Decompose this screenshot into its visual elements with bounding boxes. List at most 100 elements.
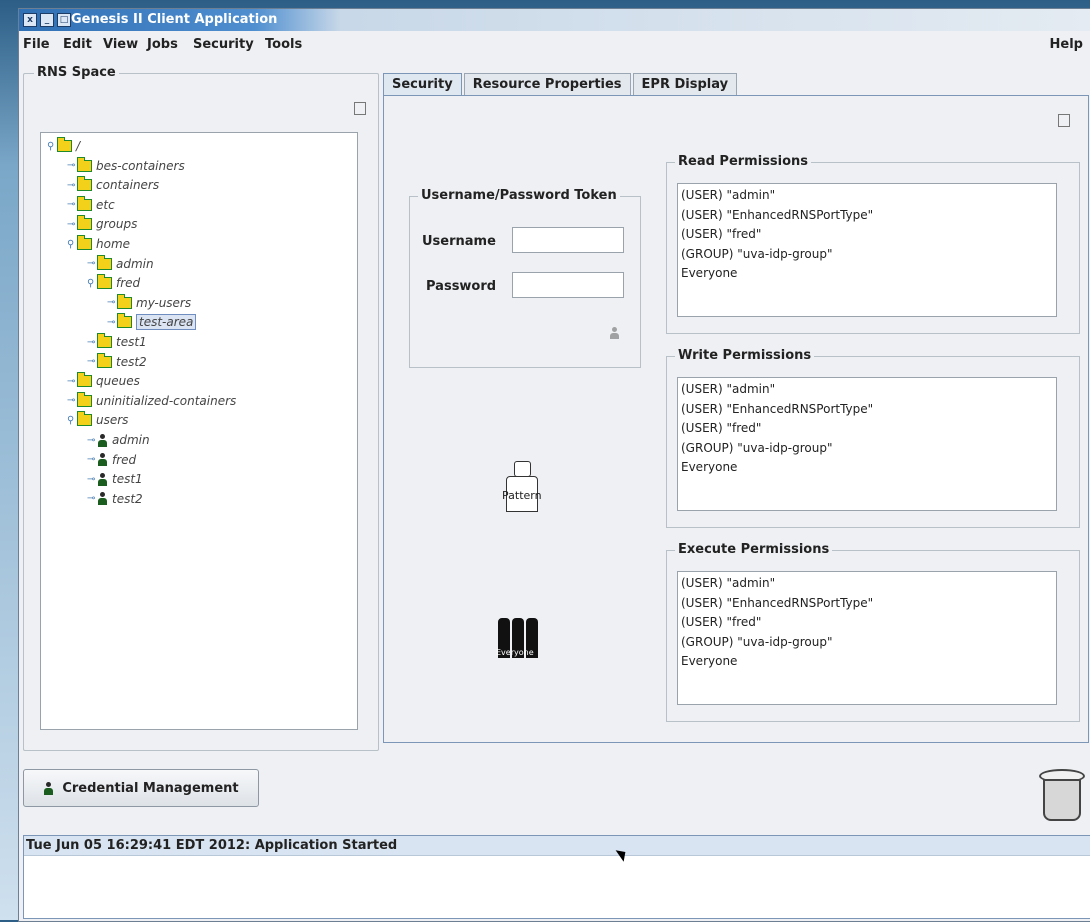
tab-epr-display[interactable]: EPR Display (632, 73, 738, 95)
folder-icon (77, 156, 92, 172)
everyone-icon[interactable]: Everyone (496, 618, 538, 662)
folder-icon (77, 195, 92, 211)
collapsed-handle-icon[interactable]: ⊸ (67, 180, 75, 191)
collapsed-handle-icon[interactable]: ⊸ (107, 317, 115, 328)
folder-icon (77, 215, 92, 231)
collapsed-handle-icon[interactable]: ⊸ (87, 337, 95, 348)
read-permission-entry[interactable]: (USER) "admin" (681, 186, 1053, 206)
expanded-handle-icon[interactable]: ⚲ (67, 415, 75, 426)
execute-permission-entry[interactable]: (USER) "admin" (681, 574, 1053, 594)
tree-item-label: bes-containers (96, 158, 185, 173)
tree-user-item[interactable]: ⊸ fred (87, 451, 136, 469)
execute-permissions-list[interactable]: (USER) "admin" (USER) "EnhancedRNSPortTy… (677, 571, 1057, 705)
tree-folder-item[interactable]: ⊸ admin (87, 254, 154, 273)
tree-folder-item[interactable]: ⊸ etc (67, 195, 115, 214)
menu-jobs[interactable]: Jobs (147, 37, 178, 52)
rns-tree[interactable]: ⚲ / ⊸ bes-containers ⊸ containers ⊸ etc ⊸ groups ⚲… (40, 132, 358, 730)
collapsed-handle-icon[interactable]: ⊸ (67, 395, 75, 406)
username-input[interactable] (512, 227, 624, 253)
folder-icon (77, 176, 92, 192)
tree-folder-item[interactable]: ⚲ fred (87, 274, 140, 292)
tree-folder-item[interactable]: ⊸ bes-containers (67, 156, 185, 175)
tree-item-label: my-users (136, 295, 192, 310)
tree-folder-item[interactable]: ⊸ test-area (107, 313, 197, 331)
write-permissions-list[interactable]: (USER) "admin" (USER) "EnhancedRNSPortTy… (677, 377, 1057, 511)
tree-item-label: test1 (116, 335, 147, 349)
read-permission-entry[interactable]: (USER) "fred" (681, 225, 1053, 245)
collapsed-handle-icon[interactable]: ⊸ (107, 297, 115, 308)
security-panel: Username/Password Token Username Passwor… (383, 95, 1089, 743)
detach-panel-icon[interactable] (354, 102, 366, 115)
tree-folder-item[interactable]: ⊸ test2 (87, 352, 147, 371)
collapsed-handle-icon[interactable]: ⊸ (87, 356, 95, 367)
tree-item-label: test2 (116, 354, 147, 369)
execute-permission-entry[interactable]: Everyone (681, 652, 1053, 672)
write-permission-entry[interactable]: (USER) "admin" (681, 380, 1053, 400)
execute-permission-entry[interactable]: (USER) "fred" (681, 613, 1053, 633)
maximize-window-icon[interactable]: □ (57, 13, 71, 27)
tree-folder-item[interactable]: ⚲ home (67, 235, 130, 253)
detach-security-panel-icon[interactable] (1058, 114, 1070, 127)
tree-item-label: containers (96, 178, 160, 193)
collapsed-handle-icon[interactable]: ⊸ (87, 493, 95, 504)
read-permission-entry[interactable]: Everyone (681, 264, 1053, 284)
expanded-handle-icon[interactable]: ⚲ (67, 239, 75, 250)
read-permissions-group: Read Permissions (USER) "admin" (USER) "… (666, 154, 1080, 334)
menu-view[interactable]: View (103, 37, 138, 52)
tree-folder-item[interactable]: ⚲ users (67, 411, 128, 429)
folder-icon (77, 411, 92, 427)
write-permission-entry[interactable]: (USER) "EnhancedRNSPortType" (681, 400, 1053, 420)
collapsed-handle-icon[interactable]: ⊸ (87, 435, 95, 446)
tree-user-item[interactable]: ⊸ test1 (87, 470, 143, 488)
tree-folder-item[interactable]: ⊸ test1 (87, 333, 147, 351)
menu-help[interactable]: Help (1050, 37, 1083, 52)
read-permission-entry[interactable]: (GROUP) "uva-idp-group" (681, 245, 1053, 265)
expanded-handle-icon[interactable]: ⚲ (47, 141, 55, 152)
write-permission-entry[interactable]: Everyone (681, 458, 1053, 478)
credential-management-button[interactable]: Credential Management (23, 769, 259, 807)
write-permission-entry[interactable]: (USER) "fred" (681, 419, 1053, 439)
user-icon (97, 433, 108, 447)
execute-permission-entry[interactable]: (GROUP) "uva-idp-group" (681, 633, 1053, 653)
read-permission-entry[interactable]: (USER) "EnhancedRNSPortType" (681, 206, 1053, 226)
write-permission-entry[interactable]: (GROUP) "uva-idp-group" (681, 439, 1053, 459)
menu-security[interactable]: Security (193, 37, 254, 52)
tree-item-label: / (76, 139, 81, 153)
minimize-window-icon[interactable]: _ (40, 13, 54, 27)
read-permissions-list[interactable]: (USER) "admin" (USER) "EnhancedRNSPortTy… (677, 183, 1057, 317)
tree-folder-item[interactable]: ⊸ queues (67, 372, 140, 390)
tree-folder-item[interactable]: ⊸ my-users (107, 293, 192, 312)
menu-file[interactable]: File (23, 37, 50, 52)
folder-icon (77, 235, 92, 250)
collapsed-handle-icon[interactable]: ⊸ (87, 454, 95, 465)
collapsed-handle-icon[interactable]: ⊸ (67, 219, 75, 230)
password-input[interactable] (512, 272, 624, 298)
tree-folder-item[interactable]: ⊸ uninitialized-containers (67, 391, 236, 410)
pattern-icon[interactable]: Pattern (502, 461, 542, 513)
execute-permission-entry[interactable]: (USER) "EnhancedRNSPortType" (681, 594, 1053, 614)
trash-can-icon[interactable] (1035, 761, 1085, 821)
tree-folder-item[interactable]: ⊸ containers (67, 176, 159, 194)
rns-space-title: RNS Space (34, 65, 119, 80)
tab-resource-properties[interactable]: Resource Properties (463, 73, 631, 95)
read-permissions-title: Read Permissions (675, 154, 812, 169)
title-bar[interactable]: x _ □ Genesis II Client Application (19, 9, 1090, 31)
close-window-icon[interactable]: x (23, 13, 37, 27)
menu-tools[interactable]: Tools (265, 37, 302, 52)
expanded-handle-icon[interactable]: ⚲ (87, 278, 95, 289)
collapsed-handle-icon[interactable]: ⊸ (67, 199, 75, 210)
folder-icon (97, 333, 112, 348)
collapsed-handle-icon[interactable]: ⊸ (67, 376, 75, 387)
user-drag-icon[interactable] (610, 327, 620, 339)
collapsed-handle-icon[interactable]: ⊸ (67, 160, 75, 171)
tree-user-item[interactable]: ⊸ test2 (87, 490, 143, 508)
execute-permissions-group: Execute Permissions (USER) "admin" (USER… (666, 542, 1080, 722)
tree-folder-item[interactable]: ⊸ groups (67, 215, 137, 233)
collapsed-handle-icon[interactable]: ⊸ (87, 258, 95, 269)
tree-folder-item[interactable]: ⚲ / (47, 137, 80, 155)
tree-user-item[interactable]: ⊸ admin (87, 431, 150, 449)
status-log[interactable]: Tue Jun 05 16:29:41 EDT 2012: Applicatio… (23, 835, 1090, 919)
collapsed-handle-icon[interactable]: ⊸ (87, 474, 95, 485)
tab-security[interactable]: Security (383, 73, 462, 95)
menu-edit[interactable]: Edit (63, 37, 92, 52)
